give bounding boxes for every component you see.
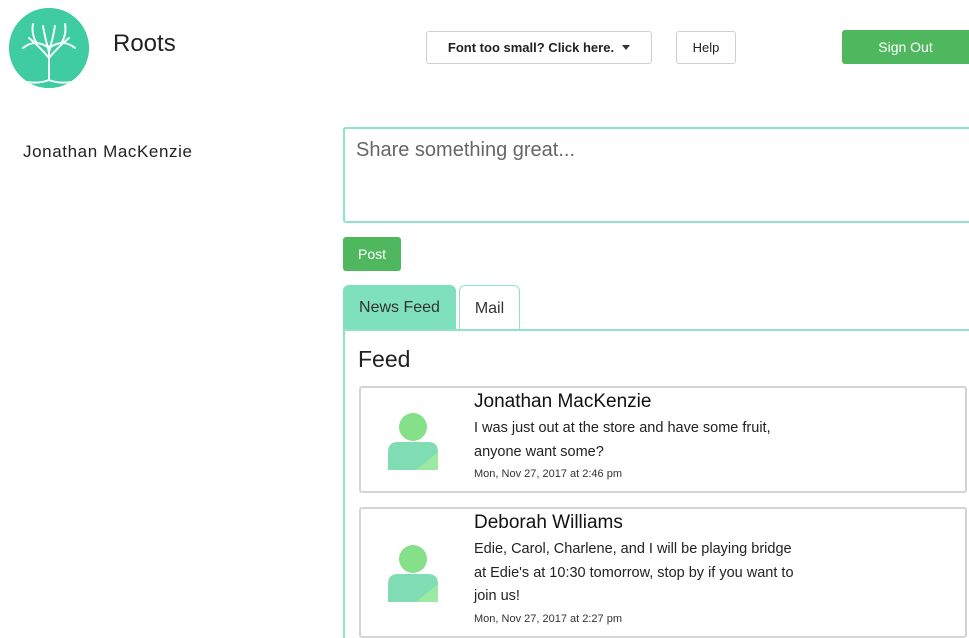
tab-news-feed[interactable]: News Feed xyxy=(343,285,456,331)
share-post-input[interactable]: Share something great... xyxy=(343,127,969,223)
post-author: Jonathan MacKenzie xyxy=(474,391,652,412)
post-timestamp: Mon, Nov 27, 2017 at 2:46 pm xyxy=(474,468,622,480)
tree-logo-icon xyxy=(9,8,89,88)
post-message-line: at Edie's at 10:30 tomorrow, stop by if … xyxy=(474,564,794,581)
app-title: Roots xyxy=(113,30,176,57)
post-timestamp: Mon, Nov 27, 2017 at 2:27 pm xyxy=(474,612,622,625)
sign-out-button[interactable]: Sign Out xyxy=(842,30,969,64)
post-message: Edie, Carol, Charlene, and I will be pla… xyxy=(474,538,954,609)
post-message-line: Edie, Carol, Charlene, and I will be pla… xyxy=(474,541,792,557)
user-avatar-icon xyxy=(386,544,440,604)
help-button[interactable]: Help xyxy=(676,31,736,64)
post-author: Deborah Williams xyxy=(474,512,623,533)
user-name: Jonathan MacKenzie xyxy=(23,142,193,161)
feed-post: Jonathan MacKenzie I was just out at the… xyxy=(359,386,967,493)
caret-down-icon xyxy=(622,45,631,50)
user-avatar-icon xyxy=(386,412,440,472)
post-message-line: I was just out at the store and have som… xyxy=(474,420,771,436)
post-button[interactable]: Post xyxy=(343,237,401,271)
feed-post: Deborah Williams Edie, Carol, Charlene, … xyxy=(359,507,967,638)
font-size-button[interactable]: Font too small? Click here. xyxy=(426,31,652,64)
tab-mail[interactable]: Mail xyxy=(459,285,520,331)
post-message: I was just out at the store and have som… xyxy=(474,417,954,464)
post-message-line: join us! xyxy=(474,588,520,604)
feed-title: Feed xyxy=(358,346,411,372)
font-size-button-label: Font too small? Click here. xyxy=(447,40,615,55)
post-message-line: anyone want some? xyxy=(474,443,604,460)
